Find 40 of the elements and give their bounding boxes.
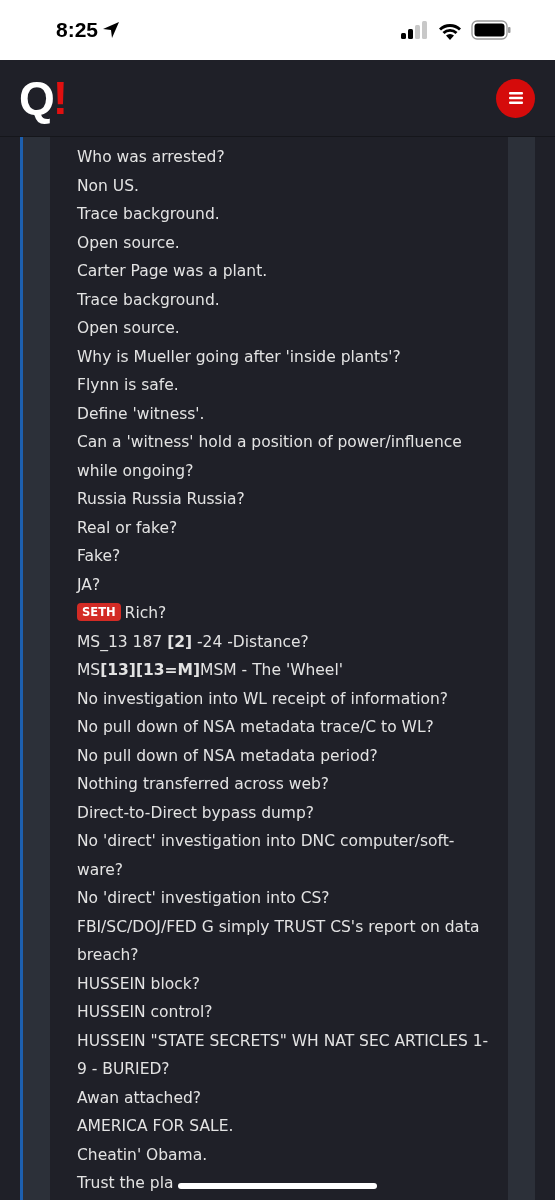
post-line: FBI/SC/DOJ/FED G simply TRUST CS's report on data breach? [77, 916, 481, 966]
post-line: Why is Mueller going after 'inside plants'? [77, 346, 401, 368]
post-line: Trace background. [77, 204, 220, 225]
location-icon [102, 21, 121, 39]
menu-button[interactable] [496, 78, 535, 118]
post-line: Awan attached? [77, 1087, 201, 1109]
post-line: Nothing transferred across web? [77, 774, 330, 795]
post-line: Trust the pla [77, 1173, 174, 1194]
post-line: No 'direct' investigation into CS? [77, 888, 330, 909]
post-line: HUSSEIN "STATE SECRETS" WH NAT SEC ARTICLES 1-9 - BURIED? [77, 1030, 490, 1080]
post-line: Can a 'witness' hold a position of power/influence while ongoing? [77, 432, 463, 482]
post-line: No pull down of NSA metadata period? [77, 745, 378, 767]
post-line: MS_13 187 [2] -24 -Distance? [77, 631, 309, 653]
post-line: JA? [77, 574, 101, 596]
post-line: Fake? [77, 546, 121, 567]
post-line: No investigation into WL receipt of information? [77, 688, 449, 710]
post-line: HUSSEIN control? [77, 1002, 213, 1023]
post-line: Rich? [124, 604, 167, 622]
post-line: MS[13][13=M]MSM - The 'Wheel' [77, 660, 343, 681]
post-line: Trace background. [77, 289, 220, 311]
post-line: Flynn is safe. [77, 375, 179, 396]
post-line: No 'direct' investigation into DNC computer/soft-ware? [77, 831, 456, 881]
post-line: Carter Page was a plant. [77, 261, 268, 282]
signal-icon [401, 21, 429, 39]
post-line: Cheatin' Obama. [77, 1144, 208, 1166]
status-time: 8:25 [56, 17, 99, 44]
post-line: Direct-to-Direct bypass dump? [77, 802, 315, 824]
post-line: Russia Russia Russia? [77, 489, 245, 510]
post-line: HUSSEIN block? [77, 973, 200, 995]
post-line: Who was arrested? [77, 147, 225, 168]
post-line: No pull down of NSA metadata trace/C to WL? [77, 717, 434, 738]
post-line: Open source. [77, 232, 180, 254]
post-line: AMERICA FOR SALE. [77, 1116, 234, 1137]
battery-icon [471, 20, 511, 40]
post-line: Open source. [77, 318, 180, 339]
menu-icon [508, 92, 523, 104]
post-line: Non US. [77, 175, 139, 197]
post-line: Define 'witness'. [77, 403, 205, 425]
name-tag: SETH [77, 603, 121, 621]
post-line: Real or fake? [77, 517, 178, 539]
